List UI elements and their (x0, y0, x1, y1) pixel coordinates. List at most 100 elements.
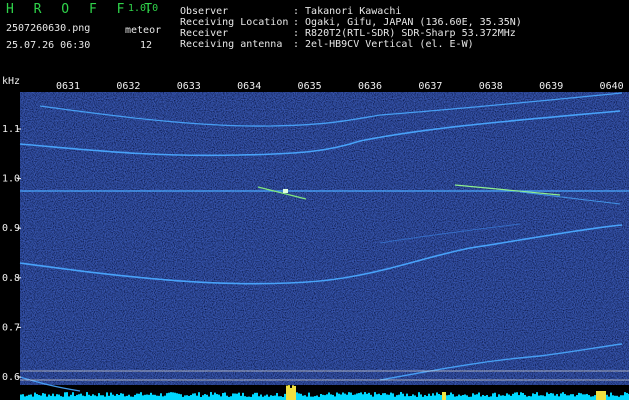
baseline-bar (56, 394, 58, 400)
baseline-bar (504, 395, 506, 400)
baseline-bar (340, 394, 342, 400)
baseline-bar (400, 392, 402, 400)
baseline-bar (276, 393, 278, 400)
baseline-bar (336, 392, 338, 400)
baseline-bar (300, 393, 302, 400)
baseline-bar (486, 395, 488, 400)
baseline-bar (278, 396, 280, 400)
baseline-bar (244, 396, 246, 400)
baseline-bar (170, 392, 172, 400)
baseline-bar (298, 393, 300, 400)
baseline-bar (348, 392, 350, 400)
baseline-bar (380, 395, 382, 400)
baseline-bar (290, 387, 292, 400)
baseline-bar (122, 393, 124, 400)
baseline-bar (254, 392, 256, 400)
baseline-bar (270, 395, 272, 400)
baseline-bar (310, 396, 312, 400)
baseline-bar (610, 392, 612, 400)
baseline-bar (524, 394, 526, 400)
baseline-bar (30, 394, 32, 400)
baseline-bar (552, 393, 554, 400)
baseline-bar (614, 395, 616, 400)
baseline-bar (384, 393, 386, 400)
baseline-bar (576, 395, 578, 400)
baseline-bar (104, 396, 106, 400)
baseline-bar (162, 396, 164, 400)
spectrogram-noise (20, 92, 629, 385)
baseline-bar (114, 395, 116, 400)
baseline-bar (344, 393, 346, 400)
baseline-bar (332, 394, 334, 400)
baseline-bar (240, 395, 242, 400)
baseline-bar (568, 395, 570, 400)
baseline-bar (458, 394, 460, 400)
baseline-bar (358, 393, 360, 400)
baseline-bar (554, 395, 556, 400)
baseline-bar (566, 395, 568, 400)
baseline-bar (106, 392, 108, 400)
detection-label: meteor (125, 25, 162, 36)
baseline-bar (454, 396, 456, 400)
file-name: 2507260630.png (6, 23, 91, 34)
baseline-bar (294, 385, 296, 400)
baseline-bar (492, 393, 494, 400)
baseline-bar (52, 393, 54, 400)
baseline-bar (322, 394, 324, 400)
baseline-bar (70, 394, 72, 400)
baseline-bar (448, 394, 450, 400)
baseline-bar (412, 394, 414, 400)
baseline-bar (510, 395, 512, 400)
baseline-bar (526, 396, 528, 400)
meteor-head (283, 189, 288, 193)
baseline-bar (538, 395, 540, 400)
time-tick-label: 0633 (177, 81, 201, 92)
baseline-bar (408, 396, 410, 400)
baseline-bar (34, 392, 36, 400)
time-tick-label: 0638 (479, 81, 503, 92)
baseline-bar (324, 395, 326, 400)
baseline-bar (494, 392, 496, 400)
baseline-bar (82, 395, 84, 400)
baseline-bar (574, 396, 576, 400)
time-tick-label: 0640 (600, 81, 624, 92)
baseline-bar (46, 396, 48, 400)
baseline-bar (376, 394, 378, 400)
baseline-bar (570, 394, 572, 400)
baseline-bar (444, 392, 446, 400)
baseline-bar (624, 392, 626, 400)
info-key-observer: Observer (180, 6, 229, 17)
baseline-bar (88, 394, 90, 400)
baseline-level (20, 385, 629, 400)
baseline-bar (374, 392, 376, 400)
baseline-bar (44, 393, 46, 400)
baseline-bar (520, 392, 522, 400)
baseline-bar (532, 393, 534, 400)
baseline-bar (588, 395, 590, 400)
baseline-bar (296, 392, 298, 400)
baseline-bar (424, 395, 426, 400)
baseline-bar (74, 396, 76, 400)
baseline-bar (594, 395, 596, 400)
baseline-bar (218, 394, 220, 400)
baseline-bar (462, 394, 464, 400)
baseline-bar (392, 393, 394, 400)
baseline-bar (306, 396, 308, 400)
baseline-bar (388, 394, 390, 400)
baseline-bar (90, 395, 92, 400)
baseline-bar (186, 395, 188, 400)
baseline-bar (92, 394, 94, 400)
baseline-bar (584, 394, 586, 400)
baseline-bar (456, 396, 458, 400)
baseline-bar (308, 392, 310, 400)
baseline-bar (78, 394, 80, 400)
baseline-bar (518, 395, 520, 400)
baseline-bar (542, 395, 544, 400)
baseline-bar (490, 396, 492, 400)
baseline-bar (202, 395, 204, 400)
info-value-receiver: : R820T2(RTL-SDR) SDR-Sharp 53.372MHz (293, 28, 516, 39)
baseline-bar (508, 394, 510, 400)
baseline-bar (118, 394, 120, 400)
baseline-bar (432, 393, 434, 400)
baseline-bar (578, 392, 580, 400)
